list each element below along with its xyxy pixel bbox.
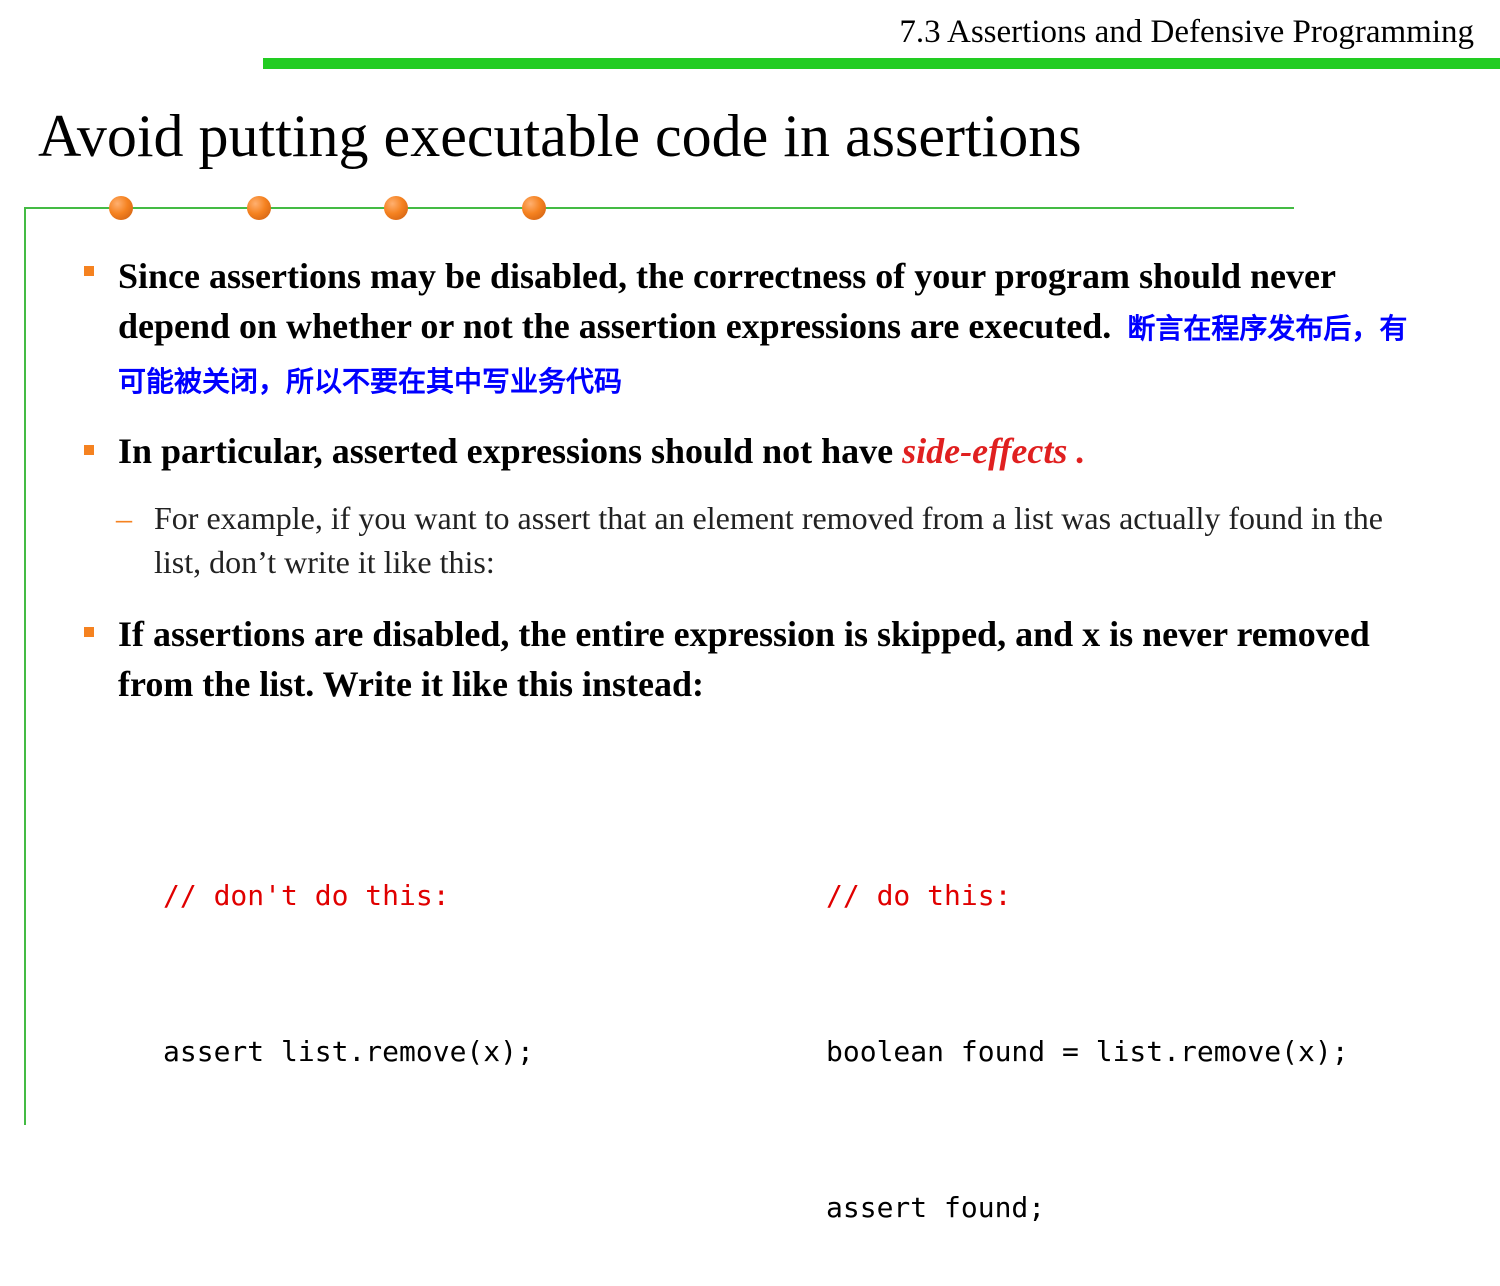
square-bullet-icon <box>84 627 94 637</box>
bullet-item-1: Since assertions may be disabled, the co… <box>118 251 1418 407</box>
bullet-text: If assertions are disabled, the entire e… <box>118 614 1370 704</box>
code-comment: // do this: <box>826 879 1012 912</box>
bullet-item-3: If assertions are disabled, the entire e… <box>118 609 1418 709</box>
dash-marker: – <box>116 500 132 536</box>
orange-dot-icon <box>384 196 408 220</box>
sub-bullet-text: For example, if you want to assert that … <box>154 500 1383 580</box>
section-title: 7.3 Assertions and Defensive Programming <box>899 14 1474 50</box>
bullet-text: In particular, asserted expressions shou… <box>118 431 894 471</box>
code-block-good: // do this: boolean found = list.remove(… <box>826 766 1349 1286</box>
orange-dot-icon <box>522 196 546 220</box>
code-line: assert found; <box>826 1191 1046 1224</box>
code-line: boolean found = list.remove(x); <box>826 1035 1349 1068</box>
orange-dot-icon <box>109 196 133 220</box>
square-bullet-icon <box>84 445 94 455</box>
bullet-item-2: In particular, asserted expressions shou… <box>118 426 1418 476</box>
header-bar <box>263 58 1500 69</box>
square-bullet-icon <box>84 266 94 276</box>
highlight-side-effects: side-effects . <box>902 431 1086 471</box>
frame-left-line <box>24 207 26 1125</box>
slide-title: Avoid putting executable code in asserti… <box>38 103 1082 169</box>
orange-dot-icon <box>247 196 271 220</box>
code-comment: // don't do this: <box>163 879 450 912</box>
code-line: assert list.remove(x); <box>163 1035 534 1068</box>
frame-top-line <box>24 207 1294 209</box>
code-block-bad: // don't do this: assert list.remove(x); <box>163 766 534 1130</box>
